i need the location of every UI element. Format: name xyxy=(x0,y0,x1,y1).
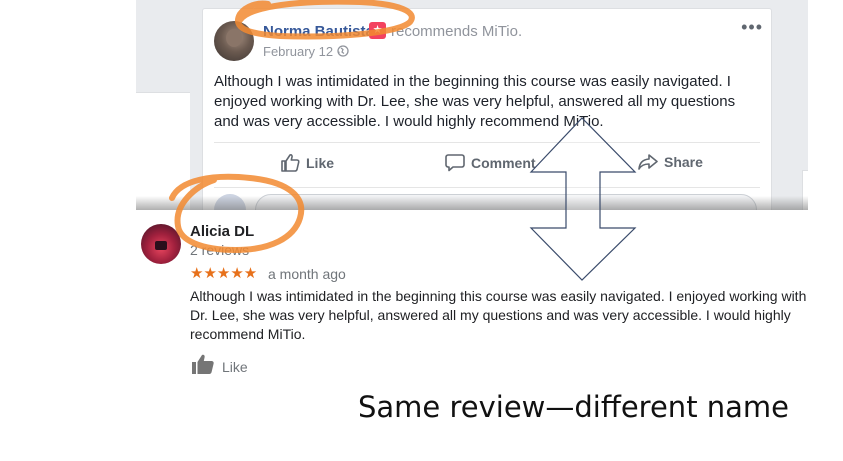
more-dots-icon[interactable]: ••• xyxy=(741,17,763,38)
like-label[interactable]: Like xyxy=(222,359,248,375)
caption: Same review—different name xyxy=(358,390,790,424)
post-author-name[interactable]: Norma Bautista xyxy=(263,23,374,40)
recommendation-star-icon: ★ xyxy=(369,22,386,39)
recommends-text[interactable]: recommends MiTio. xyxy=(391,23,522,40)
globe-icon xyxy=(337,45,349,57)
facebook-screenshot: Norma Bautista ★ recommends MiTio. Febru… xyxy=(136,0,808,210)
comment-button[interactable]: Comment xyxy=(445,153,536,172)
reviewer-name[interactable]: Alicia DL xyxy=(190,223,254,240)
divider xyxy=(214,187,760,188)
thumbs-up-icon[interactable] xyxy=(191,353,215,375)
like-button[interactable]: Like xyxy=(280,153,334,172)
thumbs-up-icon xyxy=(281,154,300,172)
divider xyxy=(214,142,760,143)
share-label: Share xyxy=(664,154,703,170)
comment-bubble-icon xyxy=(445,154,465,172)
star-rating: ★★★★★ xyxy=(190,265,258,282)
review-text: Although I was intimidated in the beginn… xyxy=(190,288,807,342)
post-date[interactable]: February 12 · xyxy=(263,44,341,59)
like-label: Like xyxy=(306,154,335,171)
facebook-recommendation-post: Norma Bautista ★ recommends MiTio. Febru… xyxy=(202,8,772,210)
avatar[interactable] xyxy=(141,224,181,264)
share-arrow-icon xyxy=(638,154,658,170)
adjacent-card-left xyxy=(136,92,190,210)
avatar[interactable] xyxy=(214,21,254,61)
review-time: a month ago xyxy=(268,266,346,282)
comment-label: Comment xyxy=(471,154,536,171)
share-button[interactable]: Share xyxy=(638,153,703,171)
review-count[interactable]: 2 reviews xyxy=(190,242,249,258)
screenshot-fade xyxy=(136,196,808,210)
post-text: Although I was intimidated in the beginn… xyxy=(214,73,736,130)
